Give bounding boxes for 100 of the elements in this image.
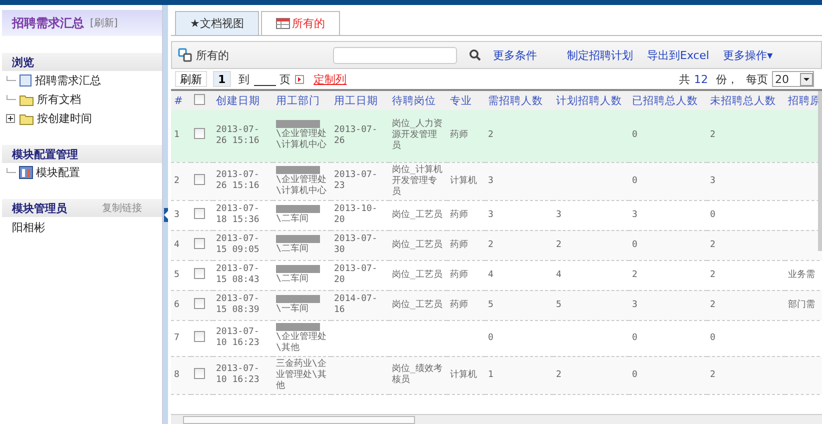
column-header: # <box>171 91 191 110</box>
row-checkbox[interactable] <box>194 208 205 218</box>
column-header: 已招聘总人数 <box>629 91 707 110</box>
table-cell: 0 <box>632 240 638 250</box>
table-cell: 2013-07-20 <box>334 264 378 285</box>
table-cell: 岗位_计算机开发管理专员 <box>392 164 442 196</box>
table-cell-text: \企业管理处\其他 <box>276 332 328 354</box>
table-cell: 0 <box>710 210 716 220</box>
table-cell: 2 <box>710 240 716 250</box>
table-cell-text: \企业管理处\计算机中心 <box>276 129 328 152</box>
section-title: 模块管理员 <box>12 200 67 216</box>
column-header: 用工部门 <box>273 91 331 110</box>
column-header: 用工日期 <box>331 91 389 110</box>
tab[interactable]: ★文档视图 <box>175 11 259 35</box>
table-cell: 岗位_工艺员 <box>392 210 442 220</box>
table-cell: 2 <box>710 270 716 280</box>
table-cell-text: \企业管理处\计算机中心 <box>276 174 328 196</box>
table-cell: 2013-07-26 15:16 <box>216 170 260 191</box>
table-row[interactable]: 6 2013-07-15 08:39 \一车间 2014-07-16 岗位_工艺员 药师 5 5 3 2 部门需 <box>171 290 822 320</box>
column-header: 待聘岗位 <box>389 91 447 110</box>
table-cell: 计算机 <box>450 370 477 380</box>
table-cell: 0 <box>632 176 638 186</box>
go-icon[interactable] <box>294 74 304 84</box>
dropdown-icon <box>800 72 813 86</box>
row-checkbox[interactable] <box>194 268 205 278</box>
table-row[interactable]: 4 2013-07-15 09:05 \二车间 2013-07-30 岗位_工艺员 药师 2 2 0 2 <box>171 230 822 260</box>
table-cell: 2013-07-23 <box>334 170 378 191</box>
table-cell: 3 <box>488 176 494 186</box>
table-cell: 2 <box>488 240 494 250</box>
table-cell: 2 <box>710 130 716 140</box>
column-header: 创建日期 <box>213 91 273 110</box>
refresh-link[interactable]: [刷新] <box>90 16 118 30</box>
horizontal-scrollbar[interactable] <box>171 414 822 424</box>
more-actions-menu[interactable]: 更多操作▾ <box>723 48 773 62</box>
row-checkbox[interactable] <box>194 238 205 248</box>
tree-item[interactable]: 所有文档 <box>37 92 81 107</box>
scrollbar-thumb[interactable] <box>183 416 415 424</box>
collapse-icon[interactable] <box>164 208 168 222</box>
table-cell: 部门需 <box>788 300 815 310</box>
table-cell: 5 <box>488 300 494 310</box>
total-count: 12 <box>694 72 708 86</box>
view-icon <box>178 48 192 62</box>
table-cell: 2013-07-10 16:23 <box>216 364 260 385</box>
table-cell-text: \二车间 <box>276 244 310 255</box>
column-header: 计划招聘人数 <box>553 91 629 110</box>
row-number: 8 <box>174 370 180 380</box>
row-checkbox[interactable] <box>194 128 205 140</box>
page-number-button[interactable]: 1 <box>213 71 231 87</box>
row-checkbox[interactable] <box>194 330 205 342</box>
table-cell: 药师 <box>450 270 468 280</box>
table-cell: 岗位_人力资源开发管理员 <box>392 119 442 152</box>
tree-item[interactable]: 招聘需求汇总 <box>35 73 101 88</box>
table-cell: 1 <box>488 370 494 380</box>
total-unit: 份， <box>716 72 738 86</box>
view-label: 所有的 <box>196 48 229 62</box>
table-cell: 岗位_工艺员 <box>392 240 442 250</box>
config-icon <box>19 166 33 179</box>
tab[interactable]: 所有的 <box>260 11 340 35</box>
search-field[interactable] <box>333 46 457 64</box>
table-cell: 业务需 <box>788 270 815 280</box>
table-cell: 3 <box>632 300 638 310</box>
table-cell: 2013-07-15 09:05 <box>216 234 260 255</box>
refresh-button[interactable]: 刷新 <box>175 71 207 87</box>
table-cell: 2013-07-18 15:36 <box>216 204 260 225</box>
toolbar-link[interactable]: 制定招聘计划 <box>567 48 633 62</box>
table-cell: 4 <box>556 270 562 280</box>
toolbar-link[interactable]: 更多条件 <box>493 48 537 62</box>
toolbar-link[interactable]: 导出到Excel <box>647 48 710 62</box>
tree-item[interactable]: 模块配置 <box>36 165 80 180</box>
row-number: 3 <box>174 210 180 220</box>
search-icon[interactable] <box>469 49 481 61</box>
row-number: 6 <box>174 300 180 310</box>
table-cell: 3 <box>488 210 494 220</box>
table-cell: 药师 <box>450 130 468 140</box>
table-cell-text: \二车间 <box>276 274 310 285</box>
table-cell: 2013-07-30 <box>334 234 378 255</box>
row-checkbox[interactable] <box>194 368 205 378</box>
table-cell-text: 三金药业\企业管理处\其他 <box>276 358 328 392</box>
vertical-scrollbar[interactable] <box>818 91 822 251</box>
row-checkbox[interactable] <box>194 298 205 308</box>
table-icon <box>276 18 290 29</box>
expand-icon[interactable] <box>6 114 15 123</box>
per-page-select[interactable]: 20 <box>772 71 814 87</box>
table-cell: 0 <box>632 130 638 140</box>
table-cell: 2 <box>710 370 716 380</box>
row-checkbox[interactable] <box>194 174 205 184</box>
row-number: 1 <box>174 130 180 140</box>
per-page-label: 每页 <box>746 72 768 86</box>
tree-item[interactable]: 按创建时间 <box>37 111 92 126</box>
total-label: 共 <box>679 72 690 86</box>
select-all-checkbox[interactable] <box>194 94 205 104</box>
section-title: 浏览 <box>12 54 34 70</box>
document-icon <box>19 74 32 87</box>
row-number: 5 <box>174 270 180 280</box>
table-cell-text: \一车间 <box>276 304 310 315</box>
folder-icon <box>19 112 34 124</box>
table-cell: 3 <box>710 176 716 186</box>
table-cell: 3 <box>632 210 638 220</box>
custom-columns-link[interactable]: 定制列 <box>314 72 347 86</box>
table-cell: 2014-07-16 <box>334 294 378 315</box>
